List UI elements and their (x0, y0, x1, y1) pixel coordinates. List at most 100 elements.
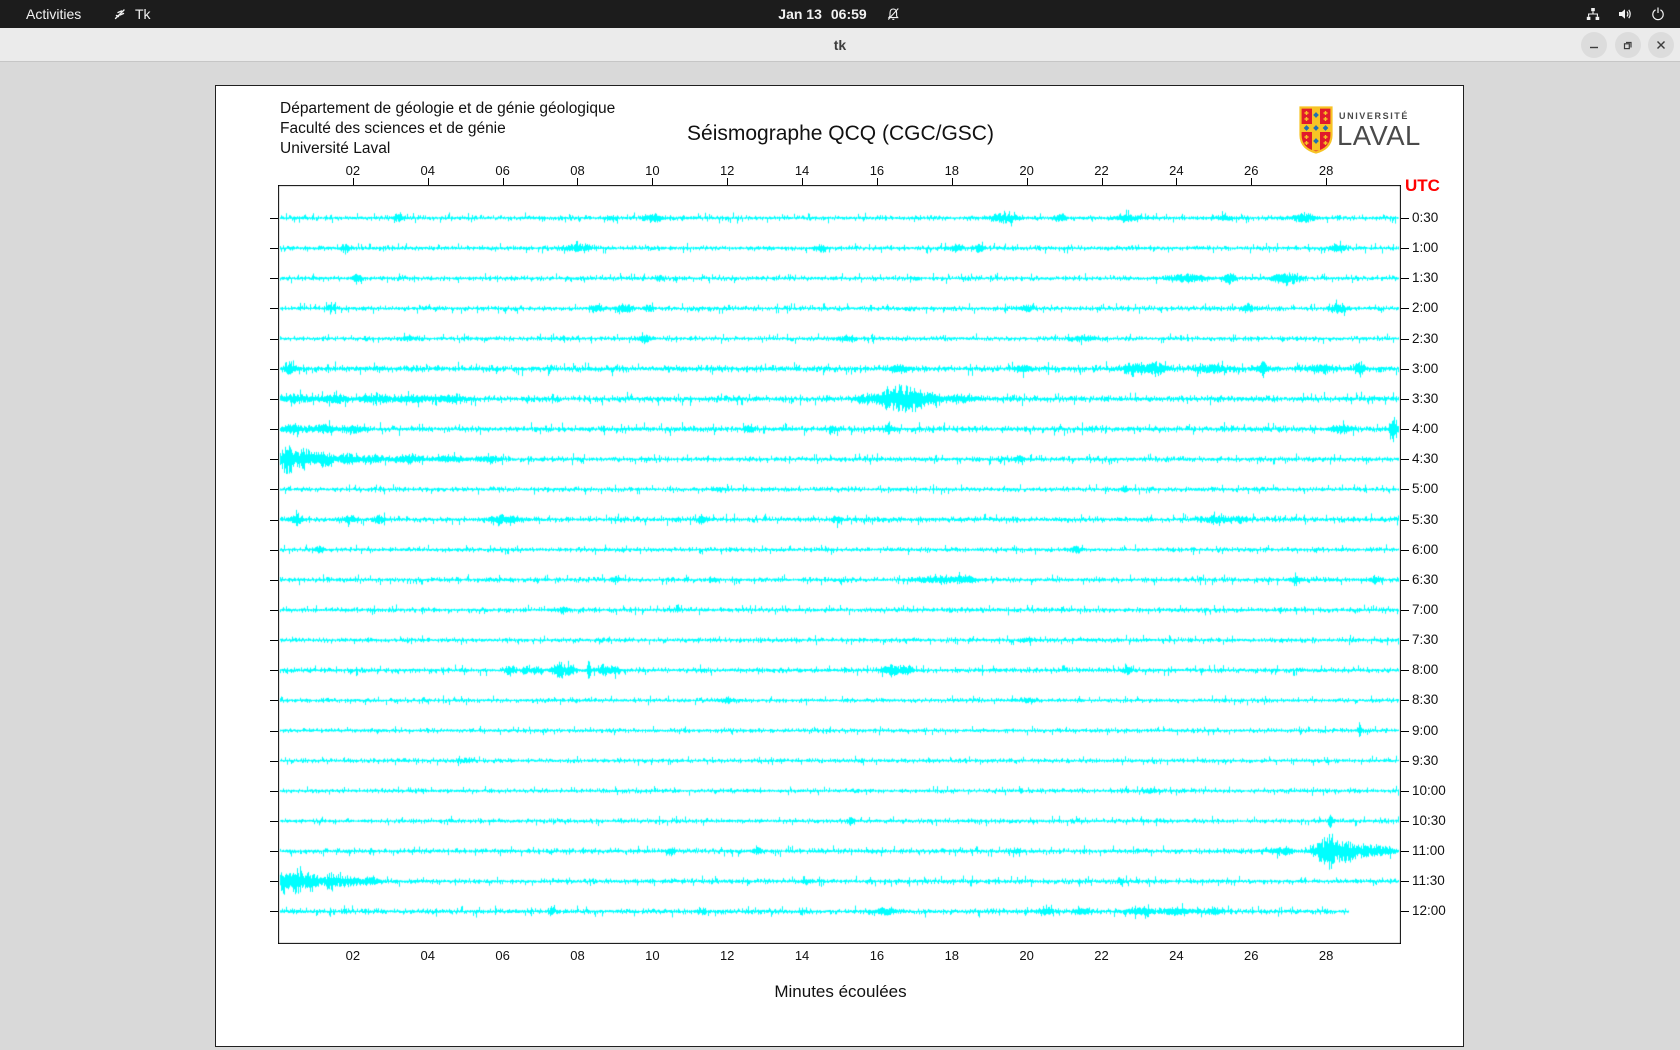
row-tick-left-12:00 (270, 911, 278, 913)
x-tick-label-bottom-12: 12 (719, 948, 735, 963)
x-tick-label-bottom-08: 08 (570, 948, 585, 963)
utc-time-label-8:30: 8:30 (1412, 692, 1439, 708)
utc-time-label-5:00: 5:00 (1412, 481, 1439, 497)
x-tick-top-28 (1326, 178, 1328, 185)
x-tick-label-top-22: 22 (1094, 163, 1109, 178)
utc-time-label-6:00: 6:00 (1412, 541, 1439, 557)
x-tick-label-bottom-20: 20 (1019, 948, 1034, 963)
row-tick-left-4:30 (270, 459, 278, 461)
row-tick-right-11:30 (1401, 881, 1409, 883)
row-tick-left-7:00 (270, 609, 278, 611)
row-tick-right-11:00 (1401, 851, 1409, 853)
x-tick-top-18 (951, 178, 953, 185)
row-tick-left-6:30 (270, 579, 278, 581)
row-tick-right-3:30 (1401, 398, 1409, 400)
row-tick-right-5:00 (1401, 489, 1409, 491)
utc-time-label-12:00: 12:00 (1412, 903, 1446, 919)
row-tick-right-6:00 (1401, 549, 1409, 551)
power-icon (1650, 6, 1666, 22)
window-titlebar[interactable]: tk (0, 28, 1680, 62)
row-tick-left-0:30 (270, 218, 278, 219)
row-tick-right-10:00 (1401, 790, 1409, 792)
network-icon (1585, 6, 1601, 22)
system-status-area[interactable] (1585, 0, 1666, 28)
app-menu-button[interactable]: Tk (106, 0, 157, 28)
clock-button[interactable]: Jan 13 06:59 (778, 0, 901, 28)
x-tick-label-bottom-06: 06 (495, 948, 510, 963)
x-tick-top-06 (502, 178, 504, 185)
utc-time-label-1:00: 1:00 (1412, 240, 1439, 256)
activities-button[interactable]: Activities (18, 0, 89, 28)
utc-time-label-4:00: 4:00 (1412, 421, 1439, 437)
x-tick-label-bottom-16: 16 (869, 948, 885, 963)
x-tick-label-top-24: 24 (1169, 163, 1184, 178)
seismograph-image: Département de géologie et de génie géol… (215, 85, 1464, 1047)
row-tick-right-7:00 (1401, 609, 1409, 611)
x-tick-label-top-04: 04 (420, 163, 435, 178)
minimize-button[interactable] (1581, 32, 1607, 58)
row-tick-left-10:00 (270, 790, 278, 792)
x-tick-top-08 (577, 178, 579, 185)
x-axis-title: Minutes écoulées (774, 982, 907, 1001)
row-tick-left-1:30 (270, 278, 278, 280)
x-tick-label-bottom-02: 02 (345, 948, 361, 963)
row-tick-right-5:30 (1401, 519, 1409, 521)
x-tick-top-12 (727, 178, 729, 185)
tk-icon (112, 6, 128, 22)
utc-time-label-9:30: 9:30 (1412, 752, 1439, 768)
row-tick-right-4:00 (1401, 429, 1409, 431)
x-tick-top-14 (802, 178, 804, 185)
x-tick-label-top-10: 10 (645, 163, 660, 178)
activities-label: Activities (26, 6, 82, 22)
x-tick-label-bottom-14: 14 (794, 948, 810, 963)
row-tick-left-2:00 (270, 308, 278, 310)
row-tick-left-3:00 (270, 368, 278, 370)
row-tick-right-6:30 (1401, 579, 1409, 581)
utc-time-label-7:00: 7:00 (1412, 601, 1439, 617)
row-tick-right-8:00 (1401, 670, 1409, 672)
window-title: tk (833, 37, 847, 53)
row-tick-left-9:30 (270, 760, 278, 762)
x-tick-top-26 (1251, 178, 1253, 185)
row-tick-left-5:30 (270, 519, 278, 521)
x-tick-top-20 (1026, 178, 1028, 185)
utc-time-label-7:30: 7:30 (1412, 632, 1439, 648)
x-tick-label-bottom-10: 10 (645, 948, 660, 963)
row-tick-left-3:30 (270, 398, 278, 400)
bell-slash-icon (886, 6, 902, 22)
x-tick-label-top-06: 06 (495, 163, 510, 178)
utc-time-label-10:30: 10:30 (1412, 813, 1446, 828)
row-tick-left-1:00 (270, 248, 278, 250)
utc-time-label-2:00: 2:00 (1412, 300, 1439, 316)
row-tick-right-2:00 (1401, 308, 1409, 310)
clock-date: Jan 13 (778, 6, 822, 22)
x-tick-top-22 (1101, 178, 1103, 185)
row-tick-left-9:00 (270, 730, 278, 732)
x-tick-label-top-28: 28 (1318, 163, 1334, 178)
utc-time-label-3:30: 3:30 (1412, 390, 1439, 406)
row-tick-left-7:30 (270, 640, 278, 642)
row-tick-right-1:00 (1401, 248, 1409, 250)
row-tick-left-8:00 (270, 670, 278, 672)
maximize-button[interactable] (1615, 32, 1641, 58)
row-tick-right-8:30 (1401, 700, 1409, 702)
x-tick-label-top-02: 02 (345, 163, 361, 178)
app-menu-label: Tk (135, 6, 151, 22)
utc-time-label-11:00: 11:00 (1412, 843, 1445, 859)
row-tick-left-11:30 (270, 881, 278, 883)
x-tick-top-16 (876, 178, 878, 185)
row-tick-right-3:00 (1401, 368, 1409, 370)
row-tick-left-5:00 (270, 489, 278, 491)
row-tick-right-4:30 (1401, 459, 1409, 461)
close-button[interactable] (1648, 32, 1674, 58)
x-tick-label-top-14: 14 (794, 163, 810, 178)
volume-icon (1617, 6, 1634, 22)
x-tick-label-bottom-18: 18 (944, 948, 960, 963)
utc-time-label-6:30: 6:30 (1412, 571, 1439, 587)
row-tick-right-7:30 (1401, 640, 1409, 642)
utc-time-label-5:30: 5:30 (1412, 511, 1439, 527)
utc-time-label-4:30: 4:30 (1412, 451, 1439, 467)
x-tick-label-top-20: 20 (1019, 163, 1034, 178)
x-tick-label-top-08: 08 (570, 163, 585, 178)
utc-time-label-10:00: 10:00 (1412, 782, 1446, 798)
